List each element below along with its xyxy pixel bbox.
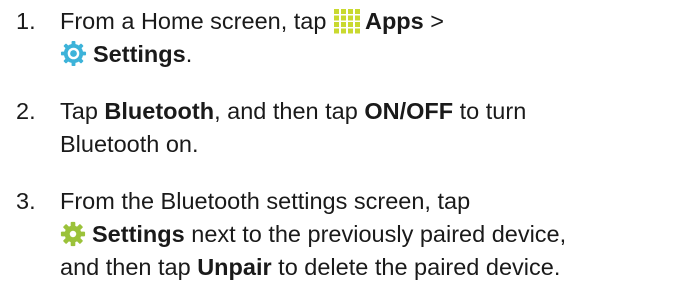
on-off-label: ON/OFF [364,98,454,124]
settings-icon [60,40,87,67]
bluetooth-label: Bluetooth [104,98,215,124]
step-text: to turn [453,98,527,124]
step-number: 2. [16,98,36,124]
step-3-line-3: and then tap Unpair to delete the paired… [60,251,560,284]
step-1-line-2: Settings. [60,38,192,71]
step-1-line-1: From a Home screen, tap Apps > [60,5,444,38]
step-number: 3. [16,188,36,214]
step-text: From the Bluetooth settings screen, tap [60,188,471,214]
step-2-line-2: Bluetooth on. [60,128,199,161]
step-2-line-1: Tap Bluetooth, and then tap ON/OFF to tu… [60,95,526,128]
step-number: 1. [16,8,36,34]
step-text: , and then tap [214,98,365,124]
step-3-line-2: Settings next to the previously paired d… [60,218,566,251]
step-text: and then tap [60,254,198,280]
step-text: Bluetooth on. [60,131,199,157]
step-text: From a Home screen, tap [60,8,333,34]
settings-label: Settings [93,41,186,67]
step-text: next to the previously paired device, [184,221,567,247]
apps-label: Apps [364,8,424,34]
gear-icon [60,221,86,247]
step-text: to delete the paired device. [271,254,561,280]
instructions-document: 1. From a Home screen, tap Apps > Settin… [0,0,681,299]
settings-label: Settings [92,221,185,247]
step-3-line-1: From the Bluetooth settings screen, tap [60,185,470,218]
step-text: > [423,8,444,34]
step-text: Tap [60,98,105,124]
apps-grid-icon [333,9,360,34]
step-text: . [185,41,193,67]
unpair-label: Unpair [197,254,272,280]
